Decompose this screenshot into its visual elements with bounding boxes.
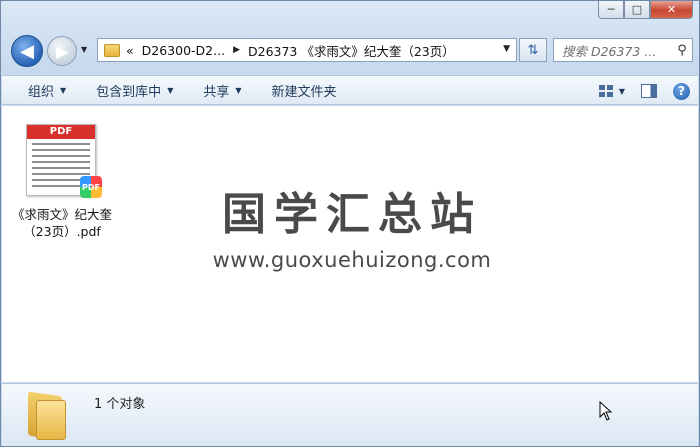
pdf-file-icon: PDF PDF xyxy=(20,124,104,200)
file-item[interactable]: PDF PDF 《求雨文》纪大奎（23页）.pdf xyxy=(10,124,114,240)
view-dropdown[interactable]: ▼ xyxy=(619,87,625,96)
search-box[interactable]: 搜索 D26373 ... ⚲ xyxy=(553,38,693,62)
maximize-button[interactable]: □ xyxy=(624,1,650,19)
watermark-title: 国学汇总站 xyxy=(222,189,482,240)
details-pane: 1 个对象 xyxy=(2,383,698,446)
view-icon[interactable] xyxy=(598,85,613,97)
share-label: 共享 xyxy=(203,84,230,100)
refresh-button[interactable]: ⇅ xyxy=(519,38,547,62)
caption-buttons: ─ □ ✕ xyxy=(598,1,693,19)
pdf-app-badge-icon: PDF xyxy=(80,176,102,198)
address-bar[interactable]: « D26300-D2... ▶ D26373 《求雨文》纪大奎（23页） ▼ xyxy=(97,38,517,62)
explorer-window: ─ □ ✕ ◀ ▶ ▼ « D26300-D2... ▶ D26373 《求雨文… xyxy=(0,0,700,447)
back-arrow-icon: ◀ xyxy=(20,40,34,62)
folder-icon xyxy=(104,43,120,57)
breadcrumb-current[interactable]: D26373 《求雨文》纪大奎（23页） xyxy=(248,41,455,60)
organize-label: 组织 xyxy=(28,84,55,100)
close-button[interactable]: ✕ xyxy=(650,1,693,19)
object-count: 1 个对象 xyxy=(94,397,146,412)
forward-button[interactable]: ▶ xyxy=(47,36,77,66)
breadcrumb-parent[interactable]: D26300-D2... xyxy=(142,43,225,58)
include-library-label: 包含到库中 xyxy=(96,84,162,100)
file-list-area[interactable]: PDF PDF 《求雨文》纪大奎（23页）.pdf 国学汇总站 www.guox… xyxy=(2,106,698,382)
include-library-button[interactable]: 包含到库中 ▼ xyxy=(84,77,185,103)
minimize-button[interactable]: ─ xyxy=(598,1,624,19)
search-input[interactable]: 搜索 D26373 ... xyxy=(562,41,672,60)
search-icon[interactable]: ⚲ xyxy=(672,43,692,58)
address-overflow[interactable]: « xyxy=(126,43,134,58)
cursor-icon xyxy=(599,401,613,421)
new-folder-button[interactable]: 新建文件夹 xyxy=(260,77,349,103)
folder-icon xyxy=(28,390,68,441)
share-button[interactable]: 共享 ▼ xyxy=(191,77,253,103)
back-button[interactable]: ◀ xyxy=(11,35,43,67)
organize-button[interactable]: 组织 ▼ xyxy=(16,77,78,103)
navigation-row: ◀ ▶ ▼ « D26300-D2... ▶ D26373 《求雨文》纪大奎（2… xyxy=(1,29,700,71)
file-name: 《求雨文》纪大奎（23页）.pdf xyxy=(11,207,112,239)
refresh-icon: ⇅ xyxy=(527,42,539,58)
preview-pane-icon[interactable] xyxy=(641,84,657,98)
forward-arrow-icon: ▶ xyxy=(55,41,69,61)
breadcrumb-separator[interactable]: ▶ xyxy=(233,45,240,55)
recent-pages-dropdown[interactable]: ▼ xyxy=(81,45,93,57)
address-dropdown[interactable]: ▼ xyxy=(503,44,510,54)
pdf-type-band: PDF xyxy=(27,125,95,139)
watermark: 国学汇总站 www.guoxuehuizong.com xyxy=(152,178,552,272)
help-icon[interactable]: ? xyxy=(673,82,690,100)
toolbar-right: ▼ ? xyxy=(598,78,690,104)
command-bar: 组织 ▼ 包含到库中 ▼ 共享 ▼ 新建文件夹 ▼ ? xyxy=(2,75,698,105)
new-folder-label: 新建文件夹 xyxy=(271,84,337,100)
watermark-url: www.guoxuehuizong.com xyxy=(212,248,492,272)
